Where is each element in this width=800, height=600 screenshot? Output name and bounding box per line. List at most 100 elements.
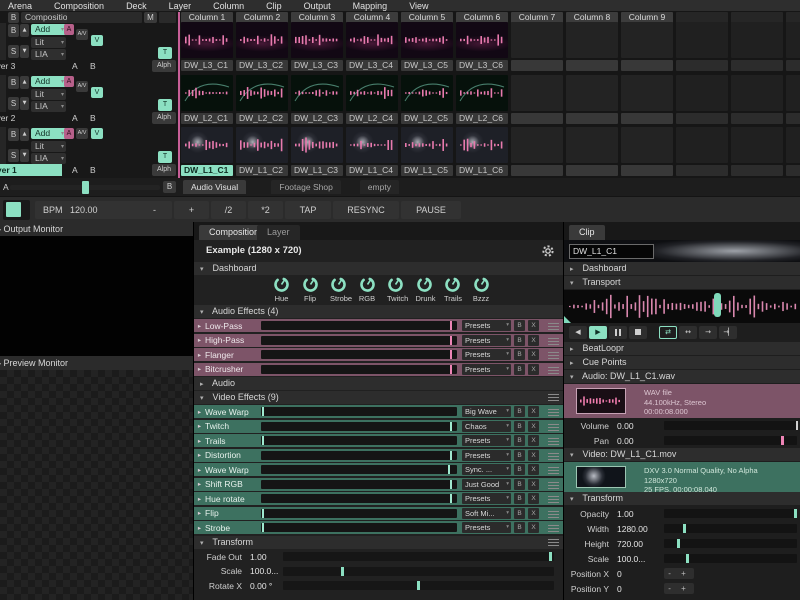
- clip-thumbnail[interactable]: [236, 22, 288, 58]
- layer-blend-dropdown[interactable]: Add▾: [31, 76, 66, 87]
- clip-thumbnail[interactable]: [456, 75, 508, 111]
- effect-slider[interactable]: [261, 350, 457, 359]
- clip-thumbnail[interactable]: [456, 22, 508, 58]
- deck-tab-audio-visual[interactable]: Audio Visual: [183, 180, 246, 194]
- clip-label-empty[interactable]: [731, 165, 783, 176]
- bpm-button-resync[interactable]: RESYNC: [333, 201, 399, 219]
- bypass-button[interactable]: B: [514, 406, 525, 417]
- menu-item-clip[interactable]: Clip: [266, 1, 282, 11]
- preset-dropdown[interactable]: Presets▾: [462, 522, 511, 533]
- bpm-button--[interactable]: -: [137, 201, 172, 219]
- remove-button[interactable]: X: [528, 522, 539, 533]
- bypass-button[interactable]: B: [514, 349, 525, 360]
- volume-slider[interactable]: [664, 421, 797, 430]
- volume-value[interactable]: 0.00: [609, 421, 664, 431]
- remove-button[interactable]: X: [528, 335, 539, 346]
- clip-cell-empty[interactable]: [676, 127, 728, 163]
- playhead-marker[interactable]: [714, 293, 721, 317]
- layer-param2-dropdown[interactable]: Lit▾: [31, 89, 66, 100]
- clip-thumbnail[interactable]: [346, 127, 398, 163]
- param-value[interactable]: 100.0...: [242, 566, 283, 576]
- layer-a-button[interactable]: A: [64, 24, 74, 35]
- clip-thumbnail[interactable]: [236, 75, 288, 111]
- effect-slider[interactable]: [261, 365, 457, 374]
- param-slider[interactable]: [664, 539, 797, 548]
- layer-solo-button[interactable]: S: [8, 97, 19, 110]
- clip-label-empty[interactable]: [621, 113, 673, 124]
- clip-label-DW_L2_C1[interactable]: DW_L2_C1: [181, 113, 233, 124]
- clip-cell-empty[interactable]: [786, 75, 800, 111]
- param-value[interactable]: 1.00: [609, 509, 664, 519]
- remove-button[interactable]: X: [528, 508, 539, 519]
- collapsed-icon[interactable]: ▸: [194, 422, 205, 430]
- clip-cell-empty[interactable]: [786, 22, 800, 58]
- clip-label-empty[interactable]: [621, 60, 673, 71]
- effect-slider[interactable]: [261, 509, 457, 518]
- composition-bypass-button[interactable]: B: [8, 12, 19, 23]
- tab-layer[interactable]: Layer: [257, 225, 300, 240]
- param-value[interactable]: 0: [609, 584, 664, 594]
- layer-param3-dropdown[interactable]: LIA▾: [31, 153, 66, 164]
- param-value[interactable]: 0.00 °: [242, 581, 283, 591]
- bypass-button[interactable]: B: [514, 450, 525, 461]
- clip-thumbnail[interactable]: [181, 127, 233, 163]
- clip-cell-empty[interactable]: [621, 75, 673, 111]
- clip-label-DW_L3_C4[interactable]: DW_L3_C4: [346, 60, 398, 71]
- playmode-loop-button[interactable]: ⇄: [659, 326, 677, 339]
- collapsed-icon[interactable]: ▸: [194, 336, 205, 344]
- bypass-button[interactable]: B: [514, 421, 525, 432]
- menu-item-column[interactable]: Column: [213, 1, 244, 11]
- param-value[interactable]: 1.00: [242, 552, 283, 562]
- clip-thumbnail[interactable]: [401, 75, 453, 111]
- layer-down-icon[interactable]: ▼: [20, 149, 29, 162]
- param-slider[interactable]: [283, 581, 554, 590]
- remove-button[interactable]: X: [528, 406, 539, 417]
- section-audio[interactable]: ▸ Audio: [194, 377, 564, 390]
- clip-label-DW_L1_C4[interactable]: DW_L1_C4: [346, 165, 398, 176]
- clip-label-DW_L3_C5[interactable]: DW_L3_C5: [401, 60, 453, 71]
- effect-slider[interactable]: [261, 321, 457, 330]
- transport-pause-button[interactable]: [609, 326, 627, 339]
- knob-twitch[interactable]: Twitch: [387, 276, 404, 303]
- clip-thumbnail[interactable]: [401, 127, 453, 163]
- section-clip-dashboard[interactable]: ▸ Dashboard: [564, 262, 800, 275]
- effect-slider[interactable]: [261, 523, 457, 532]
- param-slider[interactable]: [283, 567, 554, 576]
- param-stepper[interactable]: - +: [664, 583, 694, 594]
- clip-label-DW_L1_C5[interactable]: DW_L1_C5: [401, 165, 453, 176]
- collapsed-icon[interactable]: ▸: [194, 351, 205, 359]
- layer-v-button[interactable]: V: [91, 87, 103, 98]
- clip-label-DW_L3_C1[interactable]: DW_L3_C1: [181, 60, 233, 71]
- clip-label-empty[interactable]: [566, 165, 618, 176]
- menu-item-layer[interactable]: Layer: [169, 1, 192, 11]
- playmode-play-once-hold-button[interactable]: →▏: [719, 326, 737, 339]
- clip-label-DW_L2_C6[interactable]: DW_L2_C6: [456, 113, 508, 124]
- drag-handle-icon[interactable]: [548, 496, 559, 505]
- collapsed-icon[interactable]: ▸: [194, 322, 205, 330]
- drag-handle-icon[interactable]: [548, 525, 559, 534]
- clip-label-empty[interactable]: [786, 60, 800, 71]
- clip-name-field[interactable]: DW_L1_C1: [569, 244, 654, 259]
- layer-bypass-button[interactable]: B: [8, 24, 19, 37]
- layer-blend-dropdown[interactable]: Add▾: [31, 24, 66, 35]
- drag-handle-icon[interactable]: [548, 367, 559, 376]
- layer-av-button[interactable]: A/V: [76, 81, 88, 92]
- clip-cell-empty[interactable]: [511, 22, 563, 58]
- layer-solo-button[interactable]: S: [8, 45, 19, 58]
- collapsed-icon[interactable]: ▸: [194, 495, 205, 503]
- clip-label-DW_L1_C1[interactable]: DW_L1_C1: [181, 165, 233, 176]
- preset-dropdown[interactable]: Soft Mi...▾: [462, 508, 511, 519]
- clip-label-empty[interactable]: [511, 113, 563, 124]
- param-value[interactable]: 1280.00: [609, 524, 664, 534]
- transport-play-button[interactable]: ▶: [589, 326, 607, 339]
- bypass-button[interactable]: B: [514, 493, 525, 504]
- preset-dropdown[interactable]: Presets▾: [462, 493, 511, 504]
- param-slider[interactable]: [283, 552, 554, 561]
- section-beatloopr[interactable]: ▸ BeatLoopr: [564, 342, 800, 355]
- preset-dropdown[interactable]: Presets▾: [462, 450, 511, 461]
- knob-trails[interactable]: Trails: [444, 276, 461, 303]
- layer-name-layer2[interactable]: Layer 2: [0, 112, 62, 124]
- menu-item-deck[interactable]: Deck: [126, 1, 147, 11]
- layer-name-layer3[interactable]: Layer 3: [0, 60, 62, 72]
- collapsed-icon[interactable]: ▸: [194, 365, 205, 373]
